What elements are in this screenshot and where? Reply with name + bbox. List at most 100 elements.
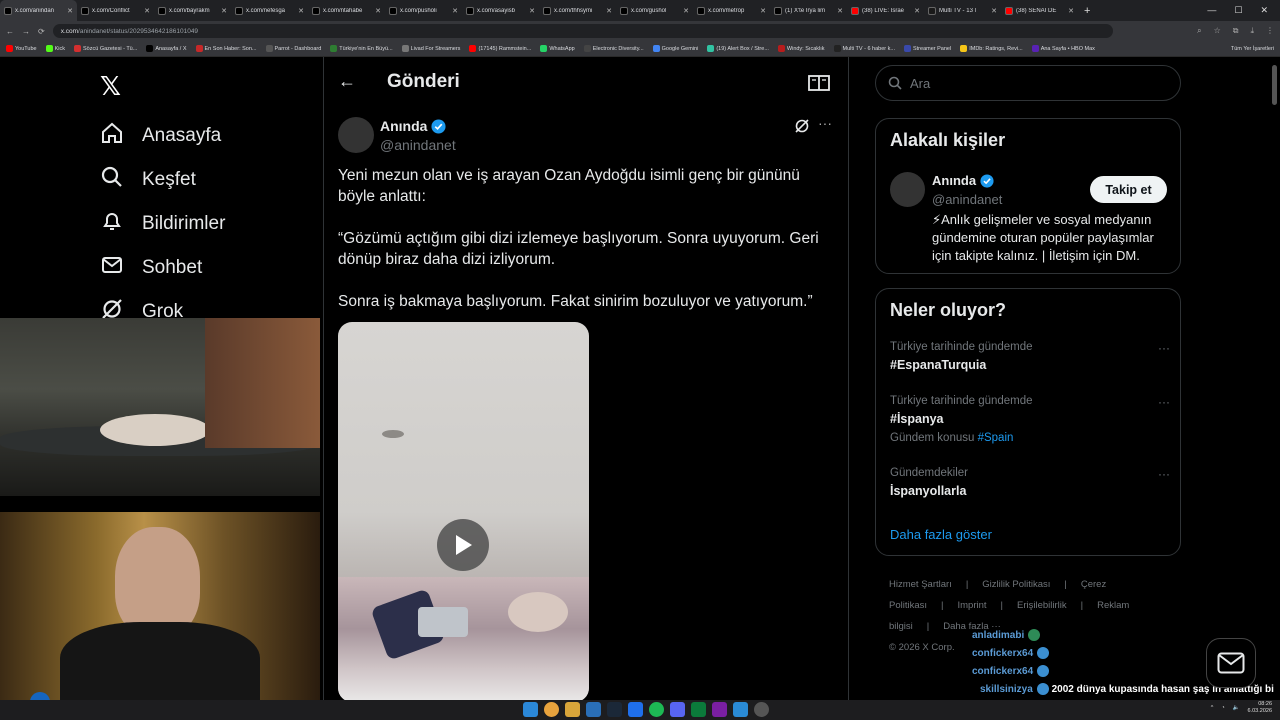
browser-tab[interactable]: x.com/pusholi ✕ bbox=[385, 0, 462, 21]
browser-tab[interactable]: (1) X'te Irya lim ✕ bbox=[770, 0, 847, 21]
spotify-icon[interactable] bbox=[649, 702, 664, 717]
forward-nav-icon[interactable]: → bbox=[22, 27, 30, 36]
bookmark-item[interactable]: Türkiye'nin En Büyü... bbox=[330, 45, 393, 52]
scrollbar[interactable] bbox=[1272, 65, 1277, 105]
trend-sub-link[interactable]: #Spain bbox=[978, 432, 1014, 444]
nav-item[interactable]: Keşfet bbox=[100, 165, 196, 195]
download-icon[interactable]: ⤓ bbox=[1250, 26, 1254, 36]
post-video[interactable] bbox=[338, 322, 589, 700]
folder-icon[interactable] bbox=[565, 702, 580, 717]
nav-item[interactable]: Bildirimler bbox=[100, 209, 225, 239]
browser-tab[interactable]: (38) SENAİ DE ✕ bbox=[1001, 0, 1078, 21]
windows-start-icon[interactable] bbox=[523, 702, 538, 717]
url-field[interactable]: x.com/anindanet/status/20295346421861010… bbox=[52, 24, 1113, 38]
footer-link[interactable]: Imprint bbox=[957, 600, 986, 611]
nav-item[interactable]: Sohbet bbox=[100, 253, 202, 283]
tab-close-icon[interactable]: ✕ bbox=[298, 7, 304, 15]
browser-tab[interactable]: x.com/asayisb ✕ bbox=[462, 0, 539, 21]
app-icon[interactable] bbox=[754, 702, 769, 717]
browser-tab[interactable]: x.com/gushol ✕ bbox=[616, 0, 693, 21]
app-icon[interactable] bbox=[691, 702, 706, 717]
chrome-icon[interactable] bbox=[544, 702, 559, 717]
next-icon[interactable] bbox=[712, 702, 727, 717]
bookmark-item[interactable]: Livad For Streamers bbox=[401, 45, 460, 52]
search-input[interactable] bbox=[910, 75, 1160, 91]
search-box[interactable] bbox=[875, 65, 1181, 101]
more-options-icon[interactable]: ··· bbox=[818, 115, 832, 131]
tab-close-icon[interactable]: ✕ bbox=[221, 7, 227, 15]
close-window-icon[interactable]: ✕ bbox=[1260, 5, 1268, 16]
tab-close-icon[interactable]: ✕ bbox=[529, 7, 535, 15]
messages-button[interactable] bbox=[1206, 638, 1256, 688]
bookmark-item[interactable]: YouTube bbox=[6, 45, 37, 52]
x-logo-icon[interactable]: 𝕏 bbox=[100, 71, 121, 102]
wifi-icon[interactable]: ◔ bbox=[1221, 705, 1224, 711]
browser-tab[interactable]: x.com/anindan ✕ bbox=[0, 0, 77, 21]
bookmark-item[interactable]: Kick bbox=[45, 45, 65, 52]
tab-close-icon[interactable]: ✕ bbox=[144, 7, 150, 15]
browser-tab[interactable]: x.com/metrop ✕ bbox=[693, 0, 770, 21]
zoom-icon[interactable]: ⌕ bbox=[1197, 26, 1201, 36]
footer-link[interactable]: Erişilebilirlik bbox=[1017, 600, 1067, 611]
minimize-icon[interactable]: — bbox=[1207, 5, 1216, 16]
tab-close-icon[interactable]: ✕ bbox=[1068, 7, 1074, 15]
trend-more-icon[interactable]: ··· bbox=[1158, 395, 1170, 409]
bookmark-item[interactable]: IMDb: Ratings, Revi... bbox=[960, 45, 1023, 52]
back-arrow-icon[interactable]: ← bbox=[338, 71, 356, 92]
browser-tab[interactable]: x.com/Conflict ✕ bbox=[77, 0, 154, 21]
author-handle[interactable]: @anindanet bbox=[380, 137, 456, 153]
bookmark-item[interactable]: (17145) Rammstein... bbox=[469, 45, 531, 52]
browser-tab[interactable]: x.com/ntahabe ✕ bbox=[308, 0, 385, 21]
reload-icon[interactable]: ⟳ bbox=[38, 27, 45, 36]
bookmark-item[interactable]: (19) Alert Box / Stre... bbox=[707, 45, 769, 52]
browser-tab[interactable]: Multi TV - 13 l ✕ bbox=[924, 0, 1001, 21]
footer-link[interactable]: Gizlilik Politikası bbox=[982, 579, 1050, 590]
app-icon[interactable] bbox=[586, 702, 601, 717]
maximize-icon[interactable]: ☐ bbox=[1234, 5, 1242, 16]
trend-item[interactable]: Türkiye tarihinde gündemde #İspanya Günd… bbox=[890, 395, 1170, 444]
related-name[interactable]: Anında bbox=[932, 173, 994, 188]
browser-tab[interactable]: x.com/nefesga ✕ bbox=[231, 0, 308, 21]
tab-close-icon[interactable]: ✕ bbox=[606, 7, 612, 15]
author-name[interactable]: Anında bbox=[380, 118, 446, 134]
grok-icon[interactable] bbox=[794, 118, 810, 134]
bookmark-item[interactable]: Anasayfa / X bbox=[146, 45, 187, 52]
tab-close-icon[interactable]: ✕ bbox=[67, 7, 73, 15]
browser-tab[interactable]: x.com/thhsymi ✕ bbox=[539, 0, 616, 21]
steam-icon[interactable] bbox=[607, 702, 622, 717]
bookmark-item[interactable]: Ana Sayfa • HBO Max bbox=[1031, 45, 1095, 52]
tab-close-icon[interactable]: ✕ bbox=[914, 7, 920, 15]
discord-icon[interactable] bbox=[670, 702, 685, 717]
tab-close-icon[interactable]: ✕ bbox=[452, 7, 458, 15]
clock[interactable]: 08:26 6.03.2026 bbox=[1248, 701, 1272, 715]
app-icon[interactable] bbox=[628, 702, 643, 717]
tab-close-icon[interactable]: ✕ bbox=[837, 7, 843, 15]
trend-item[interactable]: Türkiye tarihinde gündemde #EspanaTurqui… bbox=[890, 341, 1170, 372]
tab-close-icon[interactable]: ✕ bbox=[760, 7, 766, 15]
tab-close-icon[interactable]: ✕ bbox=[683, 7, 689, 15]
nav-item[interactable]: Anasayfa bbox=[100, 121, 221, 151]
bookmark-item[interactable]: Parrot - Dashboard bbox=[265, 45, 321, 52]
bookmark-item[interactable]: Multi TV - 6 haber k... bbox=[833, 45, 895, 52]
browser-tab[interactable]: x.com/bayrakm ✕ bbox=[154, 0, 231, 21]
author-avatar[interactable] bbox=[338, 117, 374, 153]
footer-link[interactable]: Hizmet Şartları bbox=[889, 579, 952, 590]
all-bookmarks-link[interactable]: Tüm Yer İşaretleri bbox=[1231, 46, 1274, 52]
tab-close-icon[interactable]: ✕ bbox=[375, 7, 381, 15]
menu-icon[interactable]: ⋮ bbox=[1266, 26, 1274, 36]
bookmark-item[interactable]: WhatsApp bbox=[540, 45, 575, 52]
star-icon[interactable]: ☆ bbox=[1214, 26, 1221, 36]
bookmark-item[interactable]: Streamer Panel bbox=[903, 45, 951, 52]
tab-close-icon[interactable]: ✕ bbox=[991, 7, 997, 15]
app-icon[interactable] bbox=[733, 702, 748, 717]
reader-mode-icon[interactable] bbox=[808, 74, 830, 92]
follow-button[interactable]: Takip et bbox=[1090, 176, 1167, 203]
trend-item[interactable]: Gündemdekiler İspanyollarla ··· bbox=[890, 467, 1170, 498]
tray-chevron-icon[interactable]: ^ bbox=[1211, 705, 1214, 711]
bookmark-item[interactable]: Electronic Diversity... bbox=[583, 45, 644, 52]
show-more-link[interactable]: Daha fazla göster bbox=[890, 527, 992, 542]
bookmark-item[interactable]: En Son Haber: Son... bbox=[195, 45, 257, 52]
bookmark-item[interactable]: Windy: Sıcaklık bbox=[777, 45, 825, 52]
play-button-icon[interactable] bbox=[437, 519, 489, 571]
related-avatar[interactable] bbox=[890, 172, 925, 207]
